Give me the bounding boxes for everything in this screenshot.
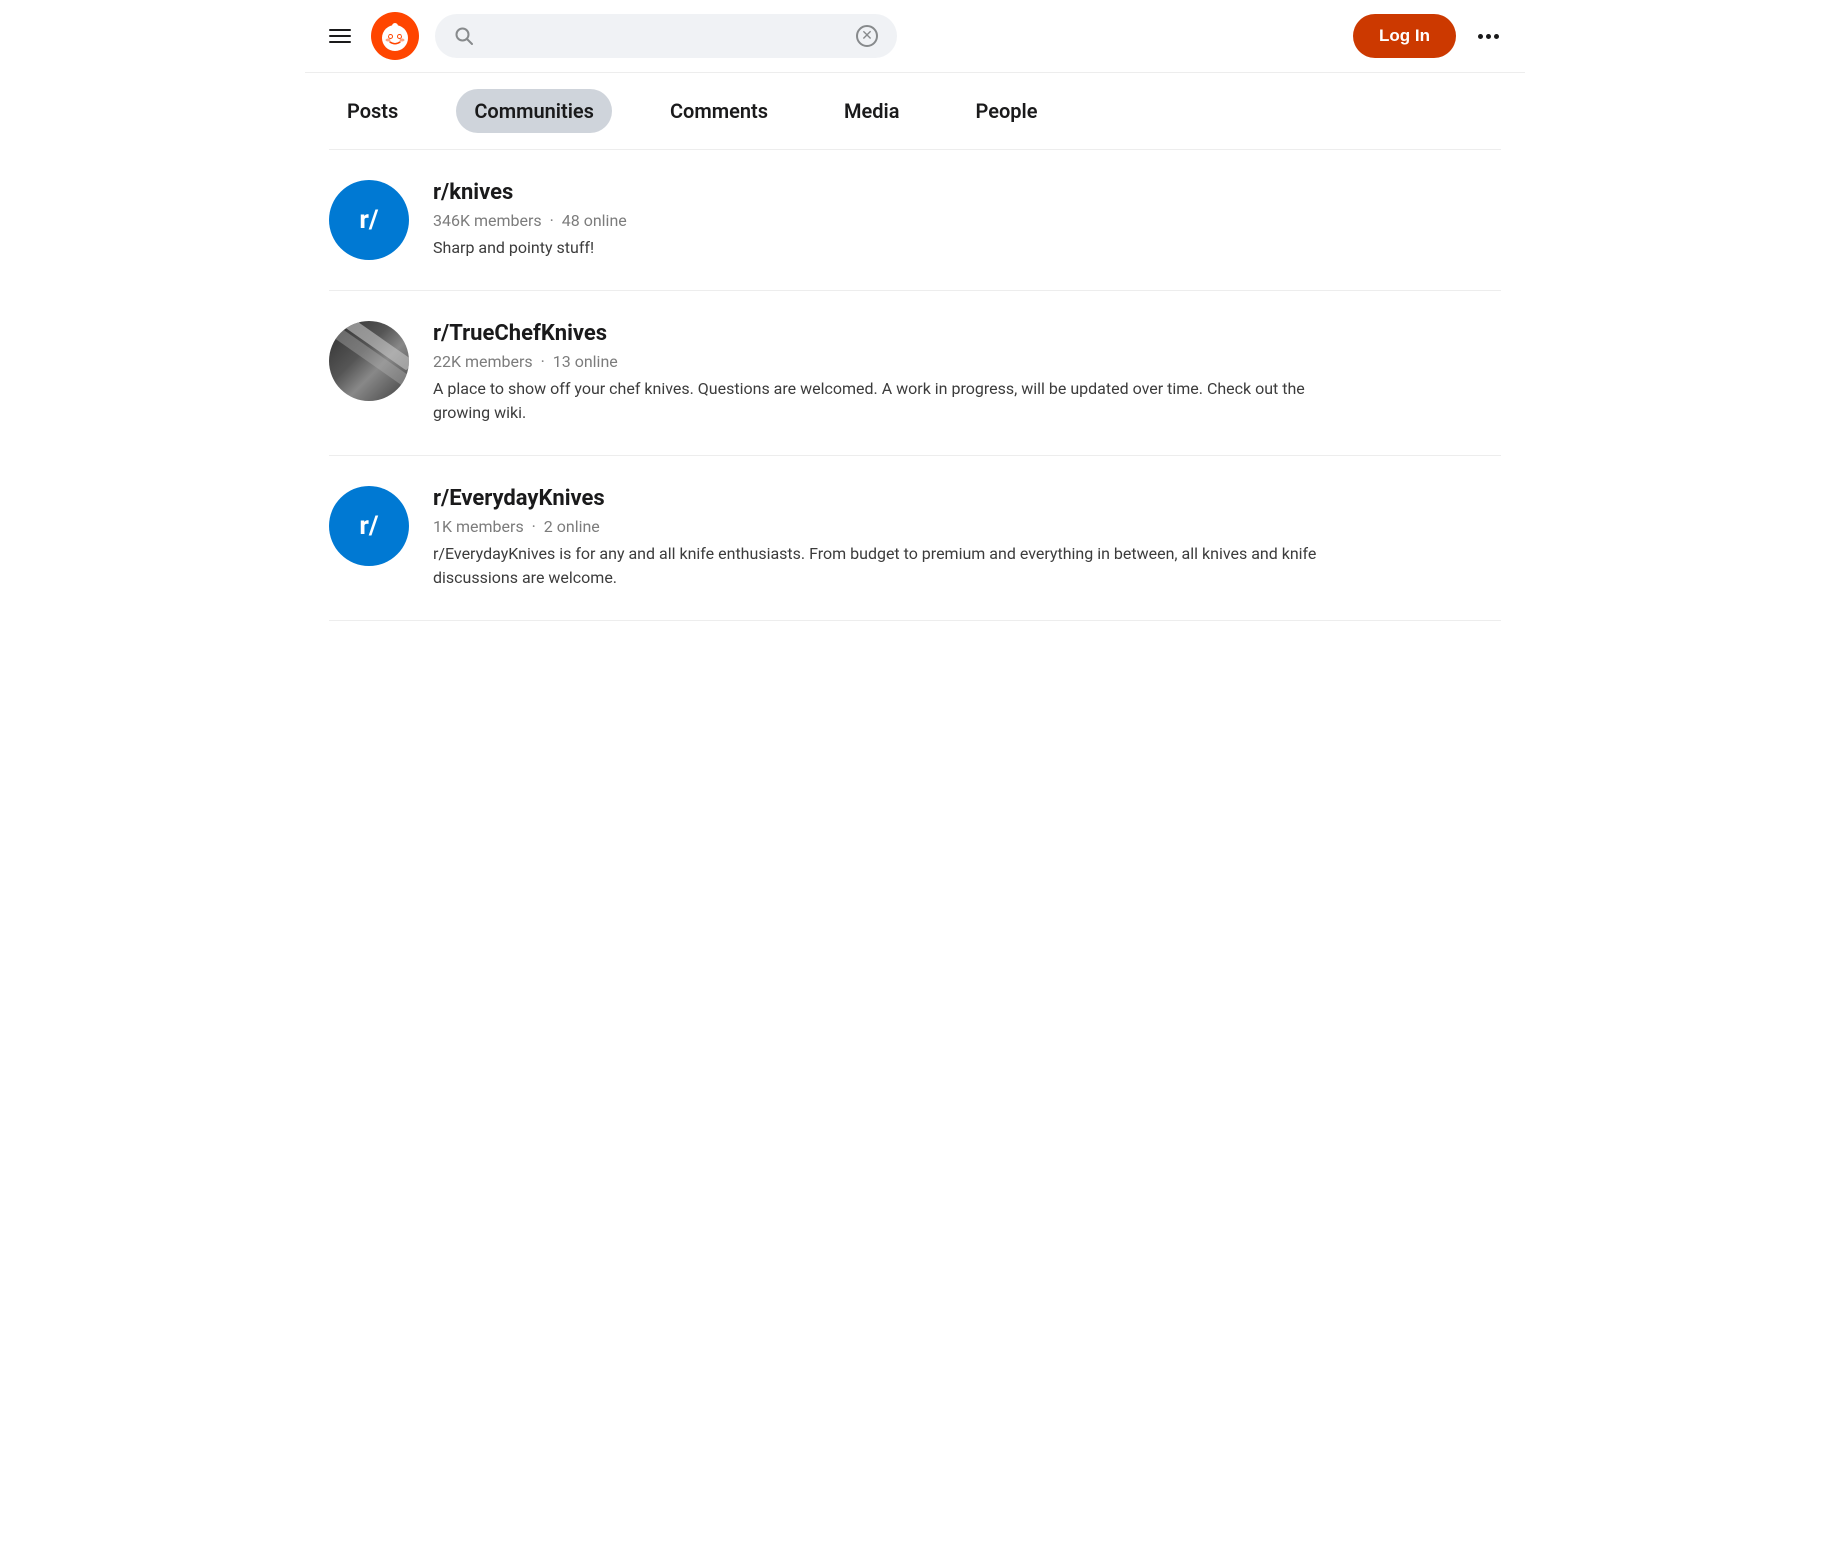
- community-description: Sharp and pointy stuff!: [433, 236, 627, 260]
- tab-posts[interactable]: Posts: [329, 89, 416, 133]
- community-avatar: r/: [329, 486, 409, 566]
- reddit-logo-link[interactable]: [371, 12, 419, 60]
- more-options-button[interactable]: [1472, 28, 1505, 45]
- snoo-icon: [377, 18, 413, 54]
- community-item[interactable]: r/TrueChefKnives 22K members · 13 online…: [329, 291, 1501, 456]
- hamburger-menu[interactable]: [325, 25, 355, 47]
- community-meta: 1K members · 2 online: [433, 517, 1333, 536]
- community-members: 22K members: [433, 352, 533, 371]
- clear-search-button[interactable]: ✕: [856, 25, 878, 47]
- community-members: 1K members: [433, 517, 524, 536]
- search-input[interactable]: knives: [484, 26, 846, 47]
- community-online: 48 online: [562, 211, 627, 230]
- community-info: r/TrueChefKnives 22K members · 13 online…: [433, 321, 1333, 425]
- tab-media[interactable]: Media: [826, 89, 917, 133]
- community-list: r/ r/knives 346K members · 48 online Sha…: [305, 150, 1525, 621]
- community-item[interactable]: r/ r/knives 346K members · 48 online Sha…: [329, 150, 1501, 291]
- community-name: r/knives: [433, 180, 627, 205]
- search-bar: knives ✕: [435, 14, 897, 58]
- community-meta: 22K members · 13 online: [433, 352, 1333, 371]
- reddit-logo: [371, 12, 419, 60]
- search-icon: [454, 26, 474, 46]
- community-name: r/TrueChefKnives: [433, 321, 1333, 346]
- avatar-text: r/: [359, 205, 378, 235]
- community-info: r/EverydayKnives 1K members · 2 online r…: [433, 486, 1333, 590]
- community-avatar: r/: [329, 180, 409, 260]
- community-item[interactable]: r/ r/EverydayKnives 1K members · 2 onlin…: [329, 456, 1501, 621]
- tab-people[interactable]: People: [958, 89, 1056, 133]
- avatar-text: r/: [359, 511, 378, 541]
- header: knives ✕ Log In: [305, 0, 1525, 73]
- filter-tabs: Posts Communities Comments Media People: [305, 73, 1525, 149]
- community-description: A place to show off your chef knives. Qu…: [433, 377, 1333, 425]
- community-avatar: [329, 321, 409, 401]
- community-info: r/knives 346K members · 48 online Sharp …: [433, 180, 627, 260]
- tab-comments[interactable]: Comments: [652, 89, 786, 133]
- community-members: 346K members: [433, 211, 542, 230]
- community-online: 2 online: [544, 517, 600, 536]
- tab-communities[interactable]: Communities: [456, 89, 612, 133]
- community-name: r/EverydayKnives: [433, 486, 1333, 511]
- community-meta: 346K members · 48 online: [433, 211, 627, 230]
- community-online: 13 online: [553, 352, 618, 371]
- community-description: r/EverydayKnives is for any and all knif…: [433, 542, 1333, 590]
- login-button[interactable]: Log In: [1353, 14, 1456, 58]
